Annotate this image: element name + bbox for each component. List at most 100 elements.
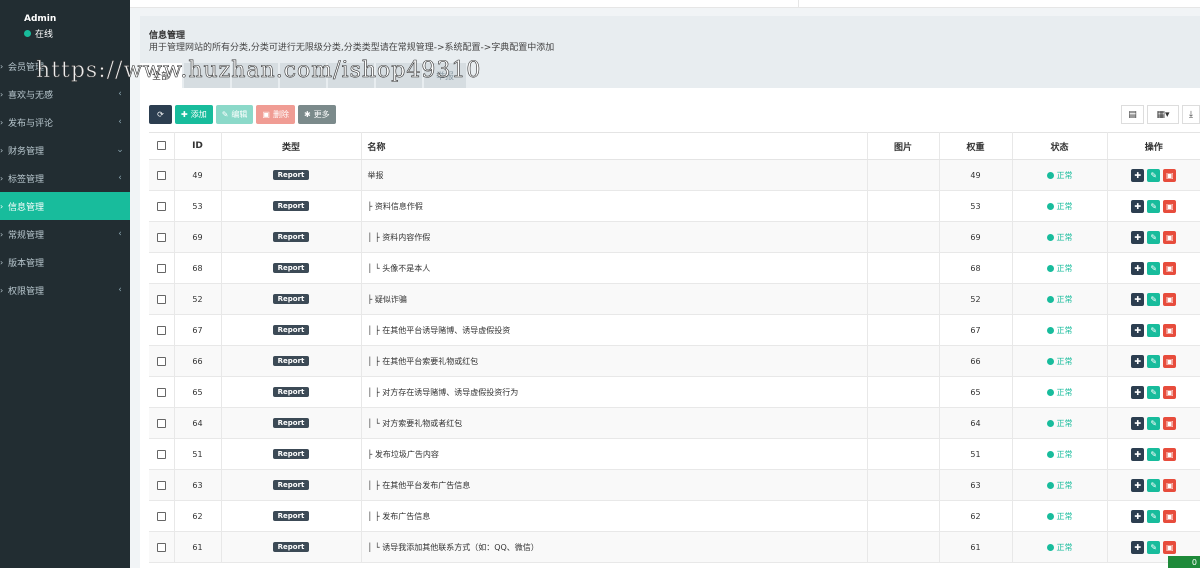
row-select-cell[interactable]	[149, 190, 175, 222]
drag-sort-button[interactable]: ✚	[1131, 447, 1145, 461]
row-select-cell[interactable]	[149, 314, 175, 346]
select-all-checkbox[interactable]	[156, 141, 166, 150]
drag-sort-button[interactable]: ✚	[1131, 261, 1145, 275]
drag-sort-button[interactable]: ✚	[1131, 354, 1145, 368]
row-edit-button[interactable]: ✎	[1147, 447, 1161, 461]
row-delete-button[interactable]: ▣	[1163, 416, 1177, 430]
row-checkbox[interactable]	[156, 356, 166, 366]
row-checkbox[interactable]	[156, 542, 166, 552]
row-select-cell[interactable]	[149, 252, 175, 284]
status-badge: 正常	[1046, 325, 1073, 336]
row-select-cell[interactable]	[149, 500, 175, 532]
drag-sort-button[interactable]: ✚	[1131, 540, 1145, 554]
row-select-cell[interactable]	[149, 221, 175, 253]
row-checkbox[interactable]	[156, 232, 166, 242]
drag-sort-button[interactable]: ✚	[1131, 509, 1145, 523]
row-edit-button[interactable]: ✎	[1147, 416, 1161, 430]
drag-sort-button[interactable]: ✚	[1131, 230, 1145, 244]
row-edit-button[interactable]: ✎	[1147, 323, 1161, 337]
row-checkbox[interactable]	[156, 511, 166, 521]
drag-sort-button[interactable]: ✚	[1131, 323, 1145, 337]
sidebar-item[interactable]: › 喜欢与无感 ‹	[0, 80, 130, 108]
row-checkbox[interactable]	[156, 201, 166, 211]
row-checkbox[interactable]	[156, 325, 166, 335]
row-delete-button[interactable]: ▣	[1163, 509, 1177, 523]
row-edit-button[interactable]: ✎	[1147, 354, 1161, 368]
row-edit-button[interactable]: ✎	[1147, 478, 1161, 492]
row-checkbox[interactable]	[156, 418, 166, 428]
row-edit-button[interactable]: ✎	[1147, 261, 1161, 275]
add-button[interactable]: ✚ 添加	[175, 105, 213, 124]
toggle-view-button[interactable]: ▤	[1121, 105, 1144, 124]
type-tab[interactable]	[328, 63, 375, 88]
row-delete-button[interactable]: ▣	[1163, 261, 1177, 275]
row-select-cell[interactable]	[149, 345, 175, 377]
type-tab[interactable]: 举报	[424, 63, 467, 88]
type-tab[interactable]	[376, 63, 423, 88]
row-select-cell[interactable]	[149, 469, 175, 501]
header-id[interactable]: ID	[174, 132, 222, 160]
sidebar-item[interactable]: › 版本管理	[0, 248, 130, 276]
drag-sort-button[interactable]: ✚	[1131, 416, 1145, 430]
sidebar-item[interactable]: › 会员管理 ‹	[0, 52, 130, 80]
sidebar-item[interactable]: › 常规管理 ‹	[0, 220, 130, 248]
row-checkbox[interactable]	[156, 170, 166, 180]
row-delete-button[interactable]: ▣	[1163, 478, 1177, 492]
export-button[interactable]: ⤓	[1182, 105, 1200, 124]
sidebar-item[interactable]: › 财务管理 ⌄	[0, 136, 130, 164]
row-image	[867, 345, 940, 377]
row-select-cell[interactable]	[149, 376, 175, 408]
row-delete-button[interactable]: ▣	[1163, 323, 1177, 337]
header-weight[interactable]: 权重	[939, 132, 1013, 160]
header-name[interactable]: 名称	[361, 132, 868, 160]
row-edit-button[interactable]: ✎	[1147, 230, 1161, 244]
row-edit-button[interactable]: ✎	[1147, 199, 1161, 213]
drag-sort-button[interactable]: ✚	[1131, 292, 1145, 306]
drag-sort-button[interactable]: ✚	[1131, 199, 1145, 213]
row-edit-button[interactable]: ✎	[1147, 292, 1161, 306]
row-delete-button[interactable]: ▣	[1163, 354, 1177, 368]
header-type[interactable]: 类型	[221, 132, 362, 160]
row-edit-button[interactable]: ✎	[1147, 168, 1161, 182]
sidebar-item[interactable]: › 标签管理 ‹	[0, 164, 130, 192]
select-all-cell[interactable]	[149, 132, 175, 160]
row-delete-button[interactable]: ▣	[1163, 199, 1177, 213]
row-checkbox[interactable]	[156, 449, 166, 459]
type-tab[interactable]	[280, 63, 327, 88]
header-image[interactable]: 图片	[867, 132, 940, 160]
row-checkbox[interactable]	[156, 387, 166, 397]
status-label: 正常	[1056, 511, 1073, 521]
sidebar-item[interactable]: › 发布与评论 ‹	[0, 108, 130, 136]
row-select-cell[interactable]	[149, 438, 175, 470]
header-status[interactable]: 状态	[1012, 132, 1108, 160]
columns-dropdown-button[interactable]: ▦▾	[1147, 105, 1179, 124]
row-edit-button[interactable]: ✎	[1147, 385, 1161, 399]
edit-button[interactable]: ✎ 编辑	[215, 105, 254, 124]
drag-sort-button[interactable]: ✚	[1131, 385, 1145, 399]
row-select-cell[interactable]	[149, 407, 175, 439]
more-button[interactable]: ✱ 更多	[297, 105, 336, 124]
refresh-button[interactable]: ⟳	[149, 105, 172, 124]
row-checkbox[interactable]	[156, 480, 166, 490]
drag-sort-button[interactable]: ✚	[1131, 168, 1145, 182]
delete-button[interactable]: ▣ 删除	[256, 105, 295, 124]
type-tab[interactable]: 全部	[140, 63, 183, 88]
row-delete-button[interactable]: ▣	[1163, 385, 1177, 399]
row-delete-button[interactable]: ▣	[1163, 447, 1177, 461]
row-select-cell[interactable]	[149, 531, 175, 563]
row-delete-button[interactable]: ▣	[1163, 168, 1177, 182]
row-delete-button[interactable]: ▣	[1163, 540, 1177, 554]
row-select-cell[interactable]	[149, 283, 175, 315]
row-select-cell[interactable]	[149, 159, 175, 191]
drag-sort-button[interactable]: ✚	[1131, 478, 1145, 492]
type-tab[interactable]	[184, 63, 231, 88]
row-checkbox[interactable]	[156, 294, 166, 304]
sidebar-item[interactable]: › 权限管理 ‹	[0, 276, 130, 304]
sidebar-item[interactable]: › 信息管理	[0, 192, 130, 220]
row-checkbox[interactable]	[156, 263, 166, 273]
type-tab[interactable]	[232, 63, 279, 88]
row-edit-button[interactable]: ✎	[1147, 540, 1161, 554]
row-delete-button[interactable]: ▣	[1163, 230, 1177, 244]
row-edit-button[interactable]: ✎	[1147, 509, 1161, 523]
row-delete-button[interactable]: ▣	[1163, 292, 1177, 306]
